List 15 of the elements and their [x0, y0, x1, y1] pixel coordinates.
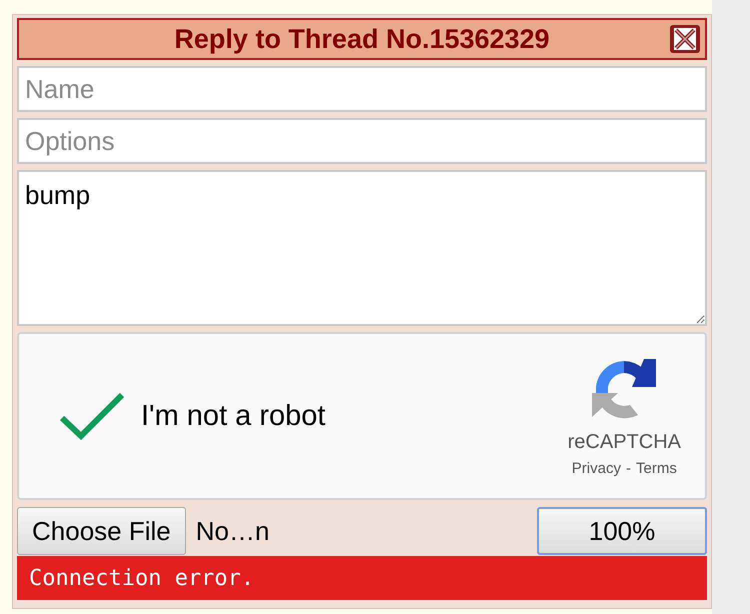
text-field[interactable]: Options	[17, 118, 707, 164]
submit-button[interactable]: 100%	[537, 507, 707, 555]
comment-field[interactable]: bump	[17, 170, 707, 326]
terms-link[interactable]: Terms	[636, 460, 677, 477]
file-name: No…n	[196, 516, 270, 546]
checkmark-icon[interactable]	[59, 391, 125, 441]
link-separator: -	[626, 460, 631, 477]
privacy-link[interactable]: Privacy	[572, 460, 621, 477]
error-message: Connection error.	[17, 556, 707, 600]
captcha-brand: reCAPTCHA	[568, 431, 681, 454]
captcha-label: I'm not a robot	[141, 400, 326, 432]
choose-file-button[interactable]: Choose File	[17, 507, 186, 555]
text-field[interactable]: Name	[17, 66, 707, 112]
window-title: Reply to Thread No.15362329	[174, 24, 550, 54]
close-icon[interactable]	[669, 24, 701, 54]
